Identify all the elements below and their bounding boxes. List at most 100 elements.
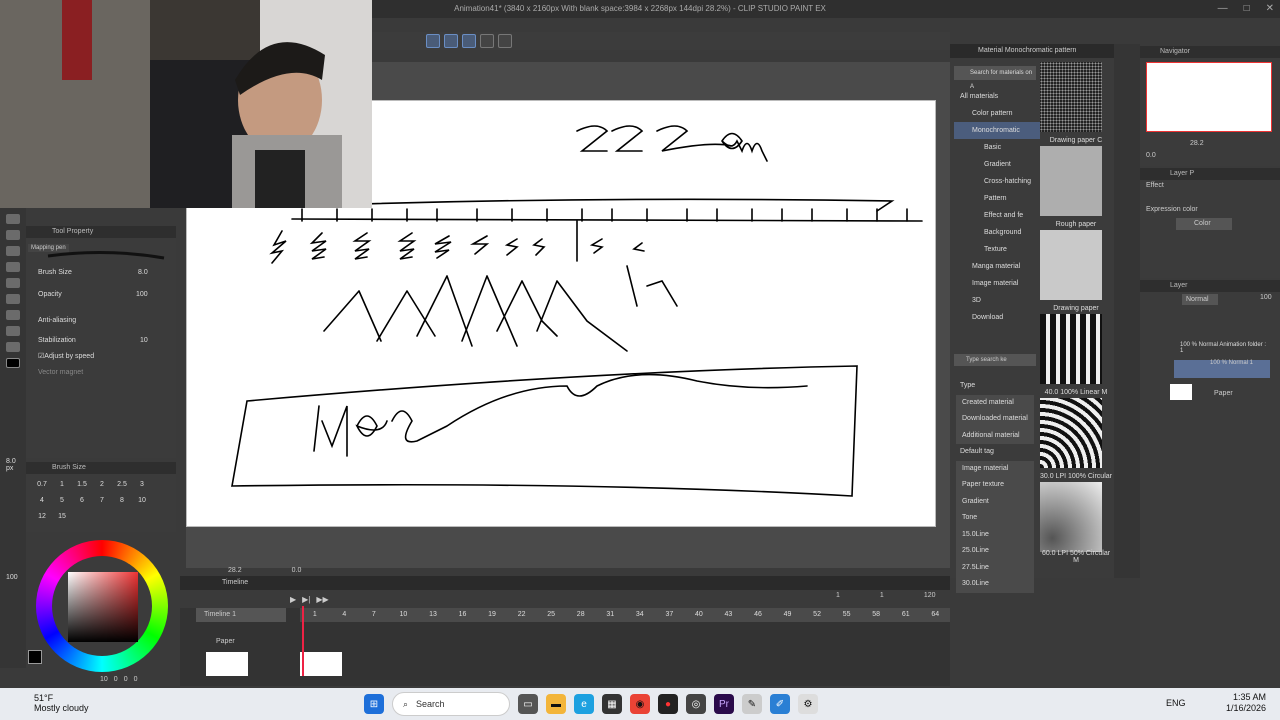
material-list-item[interactable]: Gradient bbox=[956, 493, 1034, 510]
navigator-zoom[interactable]: 28.2 bbox=[1190, 140, 1204, 147]
close-button[interactable]: ✕ bbox=[1266, 0, 1274, 18]
brush-tool-icon[interactable] bbox=[6, 326, 20, 336]
material-list-item[interactable]: 25.0Line bbox=[956, 543, 1034, 560]
material-tree-item[interactable]: Gradient bbox=[954, 156, 1040, 173]
chrome-icon[interactable]: ◉ bbox=[630, 694, 650, 714]
brush-size-preset[interactable]: 1.5 bbox=[72, 478, 92, 492]
clip-studio-icon[interactable]: ✎ bbox=[742, 694, 762, 714]
expression-color-select[interactable]: Color bbox=[1176, 218, 1232, 230]
material-list-item[interactable]: 15.0Line bbox=[956, 526, 1034, 543]
material-list-item[interactable]: Image material bbox=[956, 460, 1034, 477]
material-tree-item[interactable]: Cross-hatching bbox=[954, 173, 1040, 190]
material-tree-item[interactable]: Effect and fe bbox=[954, 207, 1040, 224]
pen-tool-icon[interactable] bbox=[6, 214, 20, 224]
tag-search-input[interactable]: Type search ke bbox=[954, 354, 1036, 366]
taskbar-search[interactable]: ⌕ Search bbox=[392, 692, 510, 716]
command-icon[interactable] bbox=[498, 34, 512, 48]
paint-app-icon[interactable]: ✐ bbox=[770, 694, 790, 714]
play-icon[interactable]: ▶ bbox=[290, 595, 296, 604]
material-tree-item[interactable]: Monochromatic bbox=[954, 122, 1040, 139]
material-list-item[interactable]: Tone bbox=[956, 510, 1034, 527]
premiere-icon[interactable]: Pr bbox=[714, 694, 734, 714]
playhead[interactable] bbox=[302, 606, 304, 676]
material-thumb[interactable]: 40.0 100% Linear M bbox=[1040, 314, 1107, 396]
last-frame-icon[interactable]: ▶▶ bbox=[316, 595, 328, 604]
material-thumb[interactable]: Drawing paper bbox=[1040, 230, 1102, 312]
material-thumb[interactable]: Drawing paper C bbox=[1040, 62, 1102, 144]
brush-size-preset[interactable]: 4 bbox=[32, 494, 52, 508]
brush-size-preset[interactable]: 15 bbox=[52, 510, 72, 524]
maximize-button[interactable]: □ bbox=[1244, 0, 1250, 18]
material-list-item[interactable]: Created material bbox=[956, 394, 1034, 411]
lasso-tool-icon[interactable] bbox=[6, 310, 20, 320]
material-tree-item[interactable]: All materials bbox=[954, 88, 1040, 105]
minimize-button[interactable]: — bbox=[1218, 0, 1228, 18]
windows-start-icon[interactable]: ⊞ bbox=[364, 694, 384, 714]
brush-size-preset[interactable]: 2.5 bbox=[112, 478, 132, 492]
timeline-ruler[interactable]: 1 4 7 10 13 16 19 22 25 28 31 34 37 40 43 46 49 52 55 58 61 6… bbox=[300, 608, 950, 622]
brush-size-preset[interactable]: 12 bbox=[32, 510, 52, 524]
record-icon[interactable]: ● bbox=[658, 694, 678, 714]
blend-mode-select[interactable]: Normal bbox=[1182, 294, 1218, 305]
move-tool-icon[interactable] bbox=[6, 262, 20, 272]
material-thumb[interactable]: 60.0 LPI 50% Circular M bbox=[1040, 482, 1110, 564]
color-saturation-square[interactable] bbox=[68, 572, 138, 642]
next-frame-icon[interactable]: ▶| bbox=[302, 595, 310, 604]
brush-size-preset[interactable]: 8 bbox=[112, 494, 132, 508]
opacity-value[interactable]: 100 bbox=[136, 291, 148, 298]
language-indicator[interactable]: ENG bbox=[1166, 698, 1186, 708]
brush-size-preset[interactable]: 6 bbox=[72, 494, 92, 508]
brush-size-preset[interactable]: 10 bbox=[132, 494, 152, 508]
material-tree-item[interactable]: Color pattern bbox=[954, 105, 1040, 122]
brush-size-preset[interactable]: 1 bbox=[52, 478, 72, 492]
brush-size-preset[interactable]: 0.7 bbox=[32, 478, 52, 492]
settings-icon[interactable]: ⚙ bbox=[798, 694, 818, 714]
timeline-name[interactable]: Timeline 1 bbox=[196, 608, 286, 622]
eraser-tool-icon[interactable] bbox=[6, 230, 20, 240]
material-tree-item[interactable]: Pattern bbox=[954, 190, 1040, 207]
store-icon[interactable]: ▦ bbox=[602, 694, 622, 714]
stabilization-value[interactable]: 10 bbox=[140, 337, 148, 344]
material-list-item[interactable]: Paper texture bbox=[956, 477, 1034, 494]
command-icon[interactable] bbox=[426, 34, 440, 48]
track-paper-label[interactable]: Paper bbox=[216, 638, 235, 645]
material-search-input[interactable]: Search for materials on A bbox=[954, 66, 1036, 90]
brush-size-preset[interactable]: 2 bbox=[92, 478, 112, 492]
brush-size-preset[interactable]: 7 bbox=[92, 494, 112, 508]
material-tree-item[interactable]: Download bbox=[954, 309, 1040, 326]
file-explorer-icon[interactable]: ▬ bbox=[546, 694, 566, 714]
selection-tool-icon[interactable] bbox=[6, 278, 20, 288]
fill-tool-icon[interactable] bbox=[6, 246, 20, 256]
command-icon[interactable] bbox=[444, 34, 458, 48]
brush-size-preset[interactable]: 5 bbox=[52, 494, 72, 508]
rotation-value[interactable]: 0.0 bbox=[292, 567, 302, 574]
main-color-swatch[interactable] bbox=[6, 358, 20, 368]
paper-layer-name[interactable]: Paper bbox=[1214, 390, 1233, 397]
layer-folder[interactable]: 100 % Normal Animation folder : 1 bbox=[1180, 342, 1270, 358]
app-icon[interactable]: ◎ bbox=[686, 694, 706, 714]
brush-size-preset[interactable]: 3 bbox=[132, 478, 152, 492]
command-icon[interactable] bbox=[480, 34, 494, 48]
material-list-item[interactable]: Downloaded material bbox=[956, 411, 1034, 428]
material-list-item[interactable]: 27.5Line bbox=[956, 559, 1034, 576]
material-tree-item[interactable]: Manga material bbox=[954, 258, 1040, 275]
current-color-swatch[interactable] bbox=[28, 650, 42, 664]
navigator-rotation[interactable]: 0.0 bbox=[1146, 152, 1156, 159]
layer-active[interactable]: 100 % Normal 1 bbox=[1174, 360, 1270, 378]
zoom-value[interactable]: 28.2 bbox=[228, 567, 242, 574]
navigator-preview[interactable] bbox=[1146, 62, 1272, 132]
cel-thumbnail[interactable] bbox=[300, 652, 342, 676]
command-icon[interactable] bbox=[462, 34, 476, 48]
brush-size-value[interactable]: 8.0 bbox=[138, 269, 148, 276]
material-thumb[interactable]: 30.0 LPI 100% Circular bbox=[1040, 398, 1112, 480]
material-list-item[interactable]: Additional material bbox=[956, 427, 1034, 444]
material-tree-item[interactable]: Texture bbox=[954, 241, 1040, 258]
clock[interactable]: 1:35 AM 1/16/2026 bbox=[1226, 692, 1266, 714]
material-list-item[interactable]: 30.0Line bbox=[956, 576, 1034, 593]
text-tool-icon[interactable] bbox=[6, 294, 20, 304]
material-tree-item[interactable]: Basic bbox=[954, 139, 1040, 156]
task-view-icon[interactable]: ▭ bbox=[518, 694, 538, 714]
edge-icon[interactable]: e bbox=[574, 694, 594, 714]
layer-opacity[interactable]: 100 bbox=[1260, 294, 1272, 301]
material-tree-item[interactable]: Background bbox=[954, 224, 1040, 241]
